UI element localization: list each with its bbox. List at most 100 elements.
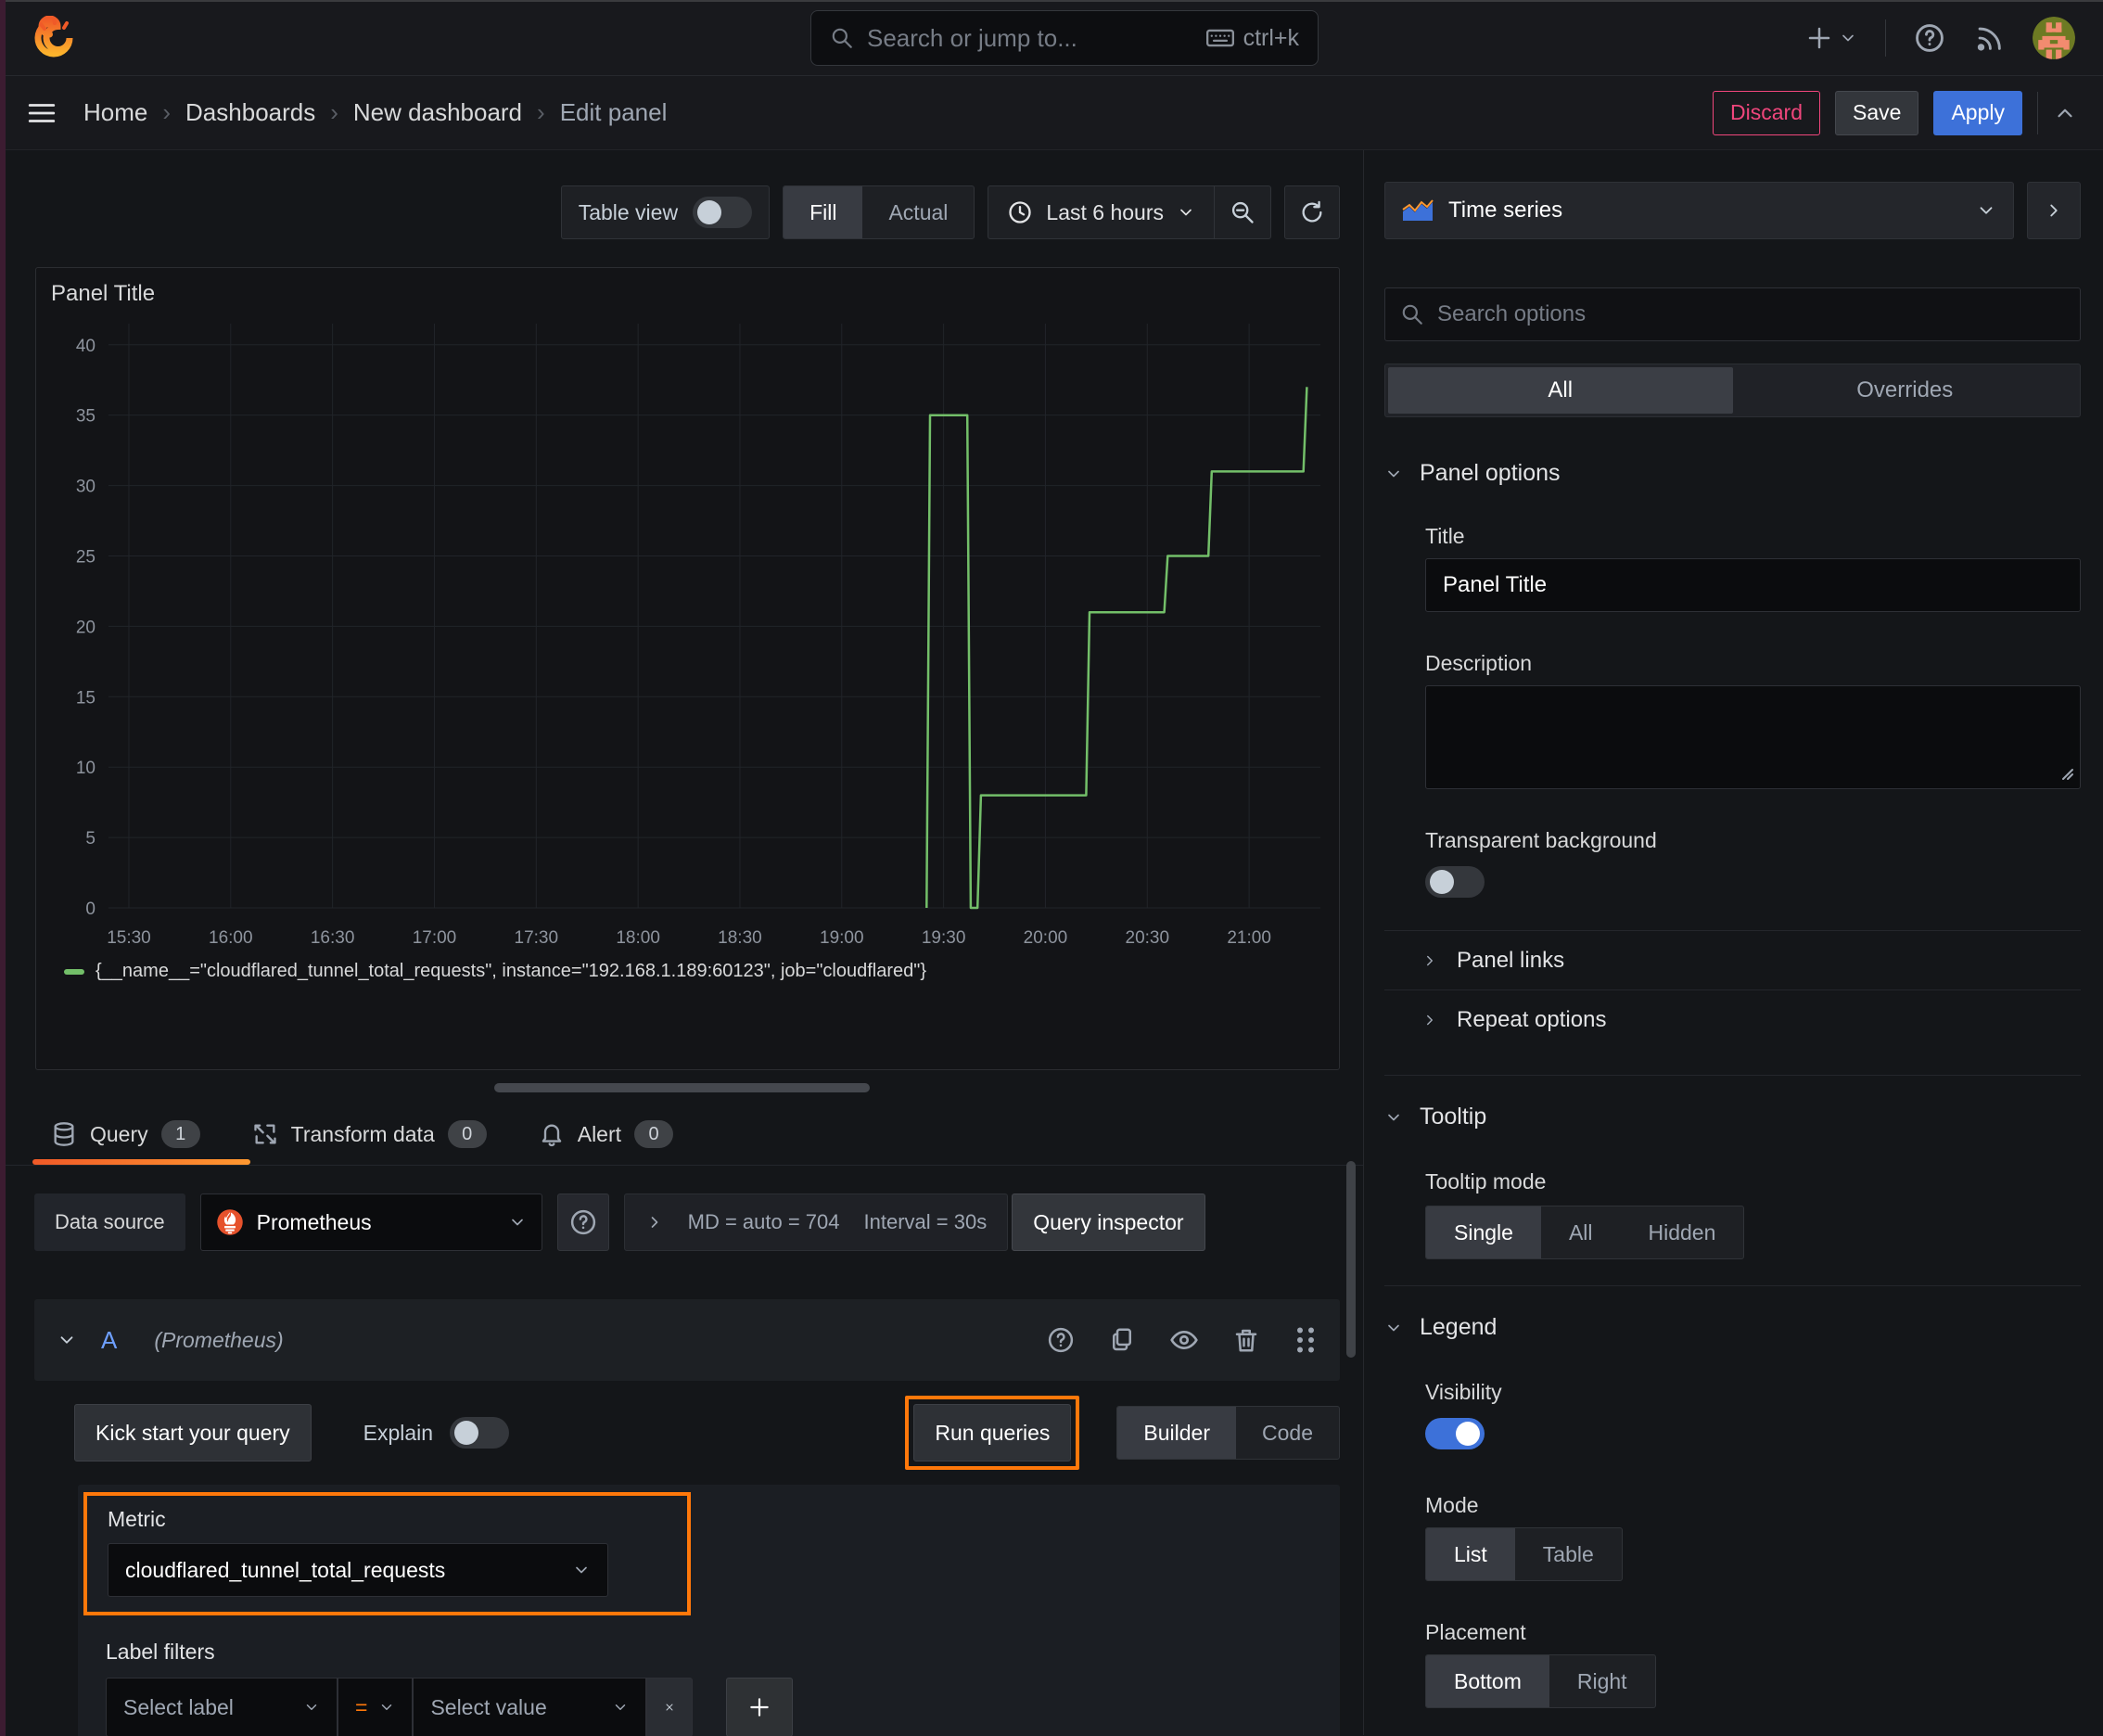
legend-mode-table[interactable]: Table xyxy=(1515,1528,1622,1580)
interval: Interval = 30s xyxy=(863,1210,988,1233)
datasource-picker[interactable]: Prometheus xyxy=(199,1194,542,1251)
metric-highlight: Metric cloudflared_tunnel_total_requests xyxy=(83,1492,691,1615)
drag-handle-icon[interactable] xyxy=(1294,1326,1318,1354)
legend-visibility-toggle[interactable] xyxy=(1425,1418,1485,1449)
tab-transform-data[interactable]: Transform data 0 xyxy=(252,1120,487,1165)
explain-toggle[interactable] xyxy=(450,1417,510,1449)
eye-icon[interactable] xyxy=(1169,1325,1199,1355)
apply-button[interactable]: Apply xyxy=(1933,90,2022,135)
sub-nav: Home › Dashboards › New dashboard › Edit… xyxy=(0,76,2103,150)
tooltip-header[interactable]: Tooltip xyxy=(1384,1104,2081,1130)
visualization-picker[interactable]: Time series xyxy=(1384,182,2014,239)
svg-text:17:00: 17:00 xyxy=(413,928,457,948)
datasource-label: Data source xyxy=(34,1194,185,1251)
panel-links-row[interactable]: Panel links xyxy=(1384,930,2081,989)
table-view-toggle[interactable] xyxy=(693,197,753,228)
chart-legend[interactable]: {__name__="cloudflared_tunnel_total_requ… xyxy=(64,961,1324,982)
code-option[interactable]: Code xyxy=(1236,1407,1339,1459)
global-search[interactable]: ctrl+k xyxy=(810,10,1319,66)
metric-select[interactable]: cloudflared_tunnel_total_requests xyxy=(108,1543,608,1597)
kick-start-button[interactable]: Kick start your query xyxy=(74,1404,312,1462)
options-search-input[interactable] xyxy=(1437,301,2065,327)
user-avatar[interactable] xyxy=(2033,16,2075,59)
actual-option[interactable]: Actual xyxy=(862,186,974,238)
chevron-right-icon: › xyxy=(330,98,338,126)
global-search-input[interactable] xyxy=(867,23,1206,53)
label-filter-row: Select label = Select value xyxy=(106,1678,1321,1736)
toggle-viz-suggestions-button[interactable] xyxy=(2027,182,2081,239)
chevron-down-icon xyxy=(1388,1114,1399,1120)
fill-option[interactable]: Fill xyxy=(784,186,863,238)
query-pane-scrollbar[interactable] xyxy=(1346,1161,1356,1358)
time-series-viz-icon xyxy=(1402,199,1434,221)
grafana-edit-panel-screen: ctrl+k xyxy=(0,0,2103,1736)
description-textarea[interactable] xyxy=(1425,685,2081,789)
remove-filter-button[interactable] xyxy=(646,1678,694,1736)
help-icon[interactable] xyxy=(1047,1326,1075,1354)
tooltip-mode-single[interactable]: Single xyxy=(1426,1206,1541,1258)
breadcrumb-home[interactable]: Home xyxy=(83,98,147,127)
new-dashboard-button[interactable] xyxy=(1805,24,1857,52)
tab-all[interactable]: All xyxy=(1388,367,1733,414)
news-button[interactable] xyxy=(1973,22,2005,54)
operator-dropdown[interactable]: = xyxy=(338,1678,414,1736)
plus-icon xyxy=(1808,27,1830,48)
query-row-header[interactable]: A (Prometheus) xyxy=(34,1299,1340,1381)
refresh-icon xyxy=(1302,200,1322,223)
svg-text:19:00: 19:00 xyxy=(820,928,864,948)
query-row-actions xyxy=(1047,1325,1318,1355)
builder-option[interactable]: Builder xyxy=(1117,1407,1237,1459)
tab-overrides[interactable]: Overrides xyxy=(1733,367,2078,414)
svg-text:0: 0 xyxy=(85,900,96,919)
title-label: Title xyxy=(1425,524,1465,548)
chart-panel[interactable]: Panel Title 0 5 10 15 20 25 30 35 40 15:30 16:00 16… xyxy=(35,267,1340,1070)
add-filter-button[interactable] xyxy=(726,1678,794,1736)
repeat-options-row[interactable]: Repeat options xyxy=(1384,989,2081,1049)
trash-icon[interactable] xyxy=(1232,1326,1260,1354)
grafana-logo-icon[interactable] xyxy=(32,15,76,60)
pane-resize-handle[interactable] xyxy=(493,1083,870,1092)
series-label[interactable]: {__name__="cloudflared_tunnel_total_requ… xyxy=(96,961,926,982)
legend-placement-label: Placement xyxy=(1425,1620,1526,1644)
zoom-out-button[interactable] xyxy=(1215,185,1270,239)
mega-menu-button[interactable] xyxy=(26,97,57,129)
options-search[interactable] xyxy=(1384,287,2081,341)
tooltip-mode-all[interactable]: All xyxy=(1541,1206,1621,1258)
svg-text:25: 25 xyxy=(76,547,96,567)
legend-header[interactable]: Legend xyxy=(1384,1314,2081,1341)
breadcrumb-new-dashboard[interactable]: New dashboard xyxy=(353,98,522,127)
select-label-dropdown[interactable]: Select label xyxy=(106,1678,338,1736)
breadcrumb-dashboards[interactable]: Dashboards xyxy=(185,98,315,127)
time-range-picker[interactable]: Last 6 hours xyxy=(988,199,1214,225)
legend-mode-list[interactable]: List xyxy=(1426,1528,1515,1580)
query-inspector-button[interactable]: Query inspector xyxy=(1012,1194,1205,1251)
run-queries-button[interactable]: Run queries xyxy=(913,1404,1072,1462)
hamburger-icon xyxy=(28,103,56,122)
repeat-options-label: Repeat options xyxy=(1457,1006,1607,1032)
datasource-help-button[interactable] xyxy=(556,1194,609,1251)
tooltip-mode-hidden[interactable]: Hidden xyxy=(1621,1206,1744,1258)
legend-placement-right[interactable]: Right xyxy=(1549,1655,1655,1707)
chevron-down-icon[interactable] xyxy=(57,1330,77,1350)
explain-label: Explain xyxy=(363,1420,434,1445)
time-series-chart[interactable]: 0 5 10 15 20 25 30 35 40 15:30 16:00 16:30 17:00 17:3… xyxy=(51,307,1326,954)
duplicate-icon[interactable] xyxy=(1108,1326,1136,1354)
panel-options-header[interactable]: Panel options xyxy=(1384,460,2081,487)
query-options-summary[interactable]: MD = auto = 704 Interval = 30s xyxy=(623,1194,1009,1251)
help-button[interactable] xyxy=(1914,22,1945,54)
transparent-background-toggle[interactable] xyxy=(1425,866,1485,898)
chevron-down-icon xyxy=(1980,207,1993,214)
query-editor-toolbar: Kick start your query Explain Run querie… xyxy=(34,1396,1340,1470)
refresh-button[interactable] xyxy=(1284,185,1340,239)
legend-placement-bottom[interactable]: Bottom xyxy=(1426,1655,1549,1707)
tab-alert[interactable]: Alert 0 xyxy=(539,1120,674,1165)
discard-button[interactable]: Discard xyxy=(1713,90,1821,135)
tab-transform-label: Transform data xyxy=(290,1121,435,1146)
panel-toolbar: Table view Fill Actual Last 6 hours xyxy=(0,185,1340,239)
tab-query[interactable]: Query 1 xyxy=(32,1120,250,1165)
select-value-dropdown[interactable]: Select value xyxy=(413,1678,647,1736)
resize-handle-icon[interactable] xyxy=(2060,767,2075,782)
panel-title-input[interactable] xyxy=(1425,558,2081,612)
collapse-options-pane-button[interactable] xyxy=(2053,101,2077,125)
save-button[interactable]: Save xyxy=(1835,90,1919,135)
